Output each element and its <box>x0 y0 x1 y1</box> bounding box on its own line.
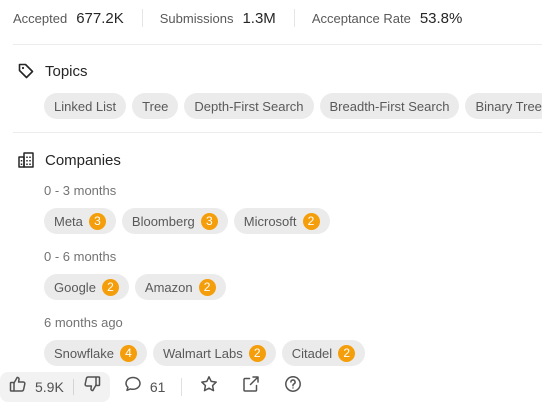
company-name: Citadel <box>291 345 333 361</box>
topics-title: Topics <box>45 62 88 80</box>
company-name: Microsoft <box>243 213 297 229</box>
company-tag-snowflake[interactable]: Snowflake 4 <box>44 340 147 366</box>
company-tags: Google 2 Amazon 2 <box>44 274 232 300</box>
share-icon <box>242 375 260 398</box>
company-tag-citadel[interactable]: Citadel 2 <box>281 340 366 366</box>
company-tag-meta[interactable]: Meta 3 <box>44 208 116 234</box>
accepted-stat: Accepted 677.2K <box>13 10 124 27</box>
company-count-badge: 2 <box>302 212 320 230</box>
topic-tags: Linked List Tree Depth-First Search Brea… <box>44 93 542 119</box>
comment-icon <box>124 375 142 398</box>
like-count: 5.9K <box>35 378 64 395</box>
submissions-label: Submissions <box>159 10 234 26</box>
company-count-badge: 2 <box>338 344 356 362</box>
help-button[interactable] <box>276 372 310 402</box>
topic-tag-binary-tree[interactable]: Binary Tree <box>465 93 542 119</box>
accepted-value: 677.2K <box>76 9 124 27</box>
company-name: Walmart Labs <box>162 345 243 361</box>
thumbs-down-icon <box>83 375 101 398</box>
star-icon <box>200 375 218 398</box>
company-name: Bloomberg <box>131 213 195 229</box>
help-icon <box>284 375 302 398</box>
topic-tag-linked-list[interactable]: Linked List <box>44 93 127 119</box>
topics-header[interactable]: Topics <box>16 61 88 81</box>
company-count-badge: 3 <box>88 212 106 230</box>
share-button[interactable] <box>234 372 268 402</box>
acceptance-rate-value: 53.8% <box>419 9 463 27</box>
topic-tag-tree[interactable]: Tree <box>132 93 179 119</box>
like-button[interactable]: 5.9K <box>0 372 73 402</box>
company-tags: Meta 3 Bloomberg 3 Microsoft 2 <box>44 208 336 234</box>
company-tag-walmart-labs[interactable]: Walmart Labs 2 <box>152 340 276 366</box>
stats-bar: Accepted 677.2K Submissions 1.3M Accepta… <box>0 0 542 36</box>
company-count-badge: 2 <box>101 278 119 296</box>
period-label: 0 - 6 months <box>44 249 117 264</box>
acceptance-rate-label: Acceptance Rate <box>311 10 411 26</box>
period-label: 0 - 3 months <box>44 183 117 198</box>
dislike-button[interactable] <box>74 372 110 402</box>
company-count-badge: 4 <box>119 344 137 362</box>
vote-group: 5.9K <box>0 371 110 402</box>
company-tag-google[interactable]: Google 2 <box>44 274 129 300</box>
accepted-label: Accepted <box>13 10 68 26</box>
company-tag-microsoft[interactable]: Microsoft 2 <box>233 208 330 234</box>
period-label: 6 months ago <box>44 315 123 330</box>
companies-title: Companies <box>45 151 121 169</box>
acceptance-rate-stat: Acceptance Rate 53.8% <box>312 10 463 27</box>
section-divider <box>13 44 542 45</box>
thumbs-up-icon <box>9 375 27 398</box>
comment-count: 61 <box>149 378 166 395</box>
company-name: Amazon <box>144 279 193 295</box>
stat-divider <box>293 9 295 27</box>
topic-tag-breadth-first-search[interactable]: Breadth-First Search <box>319 93 460 119</box>
submissions-value: 1.3M <box>242 9 276 27</box>
stat-divider <box>141 9 143 27</box>
company-count-badge: 2 <box>248 344 266 362</box>
building-icon <box>16 150 36 170</box>
tag-icon <box>16 61 36 81</box>
comments-button[interactable]: 61 <box>116 372 174 402</box>
bottom-toolbar: 5.9K 61 <box>0 370 542 403</box>
company-count-badge: 2 <box>198 278 216 296</box>
company-name: Meta <box>54 213 83 229</box>
section-divider <box>13 132 542 133</box>
favorite-button[interactable] <box>192 372 226 402</box>
company-name: Google <box>54 279 96 295</box>
company-count-badge: 3 <box>200 212 218 230</box>
company-tags: Snowflake 4 Walmart Labs 2 Citadel 2 <box>44 340 371 366</box>
topic-tag-depth-first-search[interactable]: Depth-First Search <box>184 93 314 119</box>
submissions-stat: Submissions 1.3M <box>160 10 276 27</box>
company-name: Snowflake <box>54 345 114 361</box>
company-tag-bloomberg[interactable]: Bloomberg 3 <box>121 208 228 234</box>
company-tag-amazon[interactable]: Amazon 2 <box>134 274 226 300</box>
companies-header[interactable]: Companies <box>16 150 121 170</box>
toolbar-divider <box>181 377 183 396</box>
